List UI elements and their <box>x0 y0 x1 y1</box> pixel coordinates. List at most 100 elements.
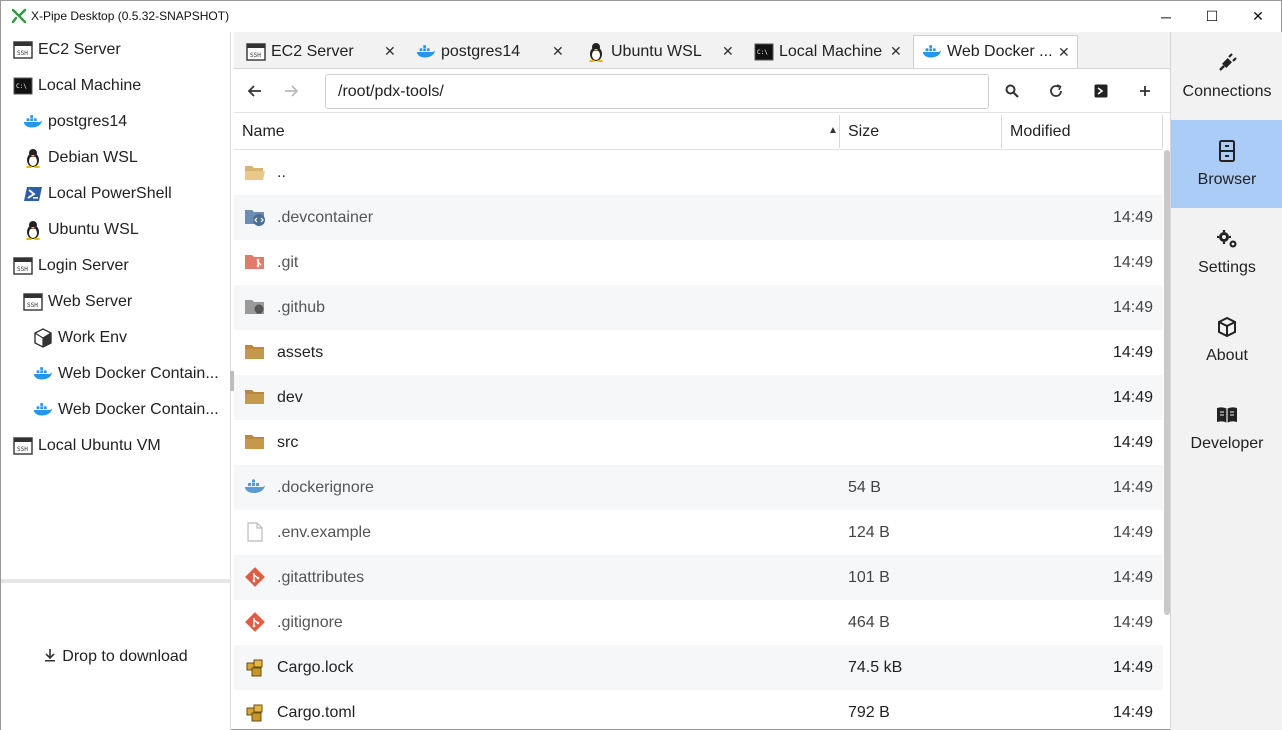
tab-local-machine[interactable]: C:\ Local Machine ✕ <box>746 35 912 68</box>
close-tab-icon[interactable]: ✕ <box>1058 44 1070 61</box>
tab-label: Web Docker ... <box>947 43 1053 60</box>
cube-icon <box>33 328 53 348</box>
sidebar-item-work-env[interactable]: Work Env <box>33 320 127 356</box>
svg-text:SSH: SSH <box>17 266 28 273</box>
ssh-terminal-icon: SSH <box>13 256 33 276</box>
close-tab-icon[interactable]: ✕ <box>890 43 902 60</box>
sidebar-item-label: Local Ubuntu VM <box>38 437 161 454</box>
nav-about[interactable]: About <box>1171 296 1282 384</box>
sidebar-item-local-powershell[interactable]: Local PowerShell <box>23 176 172 212</box>
tab-web-docker[interactable]: Web Docker ... ✕ <box>913 35 1078 68</box>
file-name: .github <box>277 298 326 316</box>
browser-toolbar <box>234 69 1170 113</box>
table-row[interactable]: assets 14:49 <box>234 330 1163 375</box>
sidebar-item-local-ubuntu-vm[interactable]: SSH Local Ubuntu VM <box>13 428 161 464</box>
download-drop-zone[interactable]: Drop to download <box>1 583 231 730</box>
tab-label: Local Machine <box>779 42 883 60</box>
sidebar-item-label: postgres14 <box>48 113 128 130</box>
nav-developer[interactable]: Developer <box>1171 384 1282 472</box>
column-header-modified[interactable]: Modified <box>1002 113 1163 150</box>
refresh-button[interactable] <box>1044 79 1068 103</box>
file-size: 792 B <box>848 703 890 721</box>
file-name: src <box>277 433 299 451</box>
table-row[interactable]: src 14:49 <box>234 420 1163 465</box>
book-icon <box>1215 403 1239 427</box>
folder-icon <box>244 431 266 453</box>
nav-settings[interactable]: Settings <box>1171 208 1282 296</box>
open-terminal-button[interactable] <box>1089 79 1113 103</box>
table-row[interactable]: .github 14:49 <box>234 285 1163 330</box>
close-tab-icon[interactable]: ✕ <box>552 43 564 60</box>
search-button[interactable] <box>1000 79 1024 103</box>
file-modified: 14:49 <box>1112 208 1153 226</box>
sidebar-item-postgres14[interactable]: postgres14 <box>23 104 127 140</box>
sidebar-item-web-docker-container-1[interactable]: Web Docker Contain... <box>33 356 219 392</box>
file-modified: 14:49 <box>1112 343 1153 361</box>
sidebar-item-web-docker-container-2[interactable]: Web Docker Contain... <box>33 392 219 428</box>
file-modified: 14:49 <box>1112 433 1153 451</box>
file-name: dev <box>277 388 303 406</box>
ssh-terminal-icon: SSH <box>13 436 33 456</box>
sidebar-item-label: Web Docker Contain... <box>58 365 219 382</box>
file-size: 124 B <box>848 523 890 541</box>
forward-button[interactable] <box>279 79 303 103</box>
table-row[interactable]: Cargo.lock 74.5 kB 14:49 <box>234 645 1163 690</box>
table-row[interactable]: .gitattributes 101 B 14:49 <box>234 555 1163 600</box>
sidebar-item-login-server[interactable]: SSH Login Server <box>13 248 129 284</box>
sidebar-item-local-machine[interactable]: C:\ Local Machine <box>13 68 141 104</box>
close-tab-icon[interactable]: ✕ <box>384 43 396 60</box>
sidebar-item-web-server[interactable]: SSH Web Server <box>23 284 132 320</box>
column-header-name[interactable]: Name <box>234 113 840 150</box>
file-list: .. .devcontainer 14:49 .git 14:49 .githu… <box>234 150 1163 730</box>
xpipe-logo-icon <box>11 8 27 24</box>
nav-browser[interactable]: Browser <box>1171 120 1282 208</box>
table-row[interactable]: .gitignore 464 B 14:49 <box>234 600 1163 645</box>
powershell-icon <box>23 184 43 204</box>
table-row[interactable]: dev 14:49 <box>234 375 1163 420</box>
back-button[interactable] <box>243 79 267 103</box>
drop-to-download-label: Drop to download <box>62 647 188 665</box>
svg-text:SSH: SSH <box>17 50 28 57</box>
ssh-terminal-icon: SSH <box>246 42 266 62</box>
table-row[interactable]: Cargo.toml 792 B 14:49 <box>234 690 1163 730</box>
table-row[interactable]: .dockerignore 54 B 14:49 <box>234 465 1163 510</box>
file-name: .gitignore <box>277 613 343 631</box>
minimize-button[interactable]: ─ <box>1143 1 1189 32</box>
sidebar-item-ec2-server[interactable]: SSH EC2 Server <box>13 32 121 68</box>
table-row[interactable]: .devcontainer 14:49 <box>234 195 1163 240</box>
close-tab-icon[interactable]: ✕ <box>722 43 734 60</box>
open-folder-icon <box>244 161 266 183</box>
file-size: 74.5 kB <box>848 658 903 676</box>
column-divider[interactable] <box>1162 115 1163 148</box>
sidebar-item-label: EC2 Server <box>38 41 121 58</box>
tab-ec2-server[interactable]: SSH EC2 Server ✕ <box>238 35 404 68</box>
arrow-right-icon <box>285 85 298 97</box>
sidebar-item-debian-wsl[interactable]: Debian WSL <box>23 140 138 176</box>
file-modified: 14:49 <box>1112 298 1153 316</box>
docker-icon <box>922 42 942 62</box>
file-name: .devcontainer <box>277 208 374 226</box>
table-row[interactable]: .env.example 124 B 14:49 <box>234 510 1163 555</box>
linux-penguin-icon <box>23 148 43 168</box>
file-name: .. <box>277 163 286 181</box>
github-folder-icon <box>244 296 266 318</box>
maximize-button[interactable]: ☐ <box>1189 1 1235 32</box>
table-row[interactable]: .git 14:49 <box>234 240 1163 285</box>
new-item-button[interactable] <box>1133 79 1157 103</box>
tab-label: EC2 Server <box>271 42 354 60</box>
svg-text:SSH: SSH <box>250 52 261 59</box>
terminal-icon <box>1094 84 1108 98</box>
arrow-left-icon <box>248 85 261 97</box>
close-window-button[interactable]: ✕ <box>1235 1 1281 32</box>
tab-postgres14[interactable]: postgres14 ✕ <box>408 35 574 68</box>
docker-icon <box>416 42 436 62</box>
table-row[interactable]: .. <box>234 150 1163 195</box>
box-icon <box>1215 315 1239 339</box>
column-header-size[interactable]: Size <box>840 113 1002 150</box>
sidebar-item-ubuntu-wsl[interactable]: Ubuntu WSL <box>23 212 139 248</box>
tab-ubuntu-wsl[interactable]: Ubuntu WSL ✕ <box>578 35 744 68</box>
app-window: X-Pipe Desktop (0.5.32-SNAPSHOT) ─ ☐ ✕ S… <box>0 0 1282 730</box>
path-input[interactable] <box>325 74 989 109</box>
docker-icon <box>23 112 43 132</box>
nav-connections[interactable]: Connections <box>1171 32 1282 120</box>
